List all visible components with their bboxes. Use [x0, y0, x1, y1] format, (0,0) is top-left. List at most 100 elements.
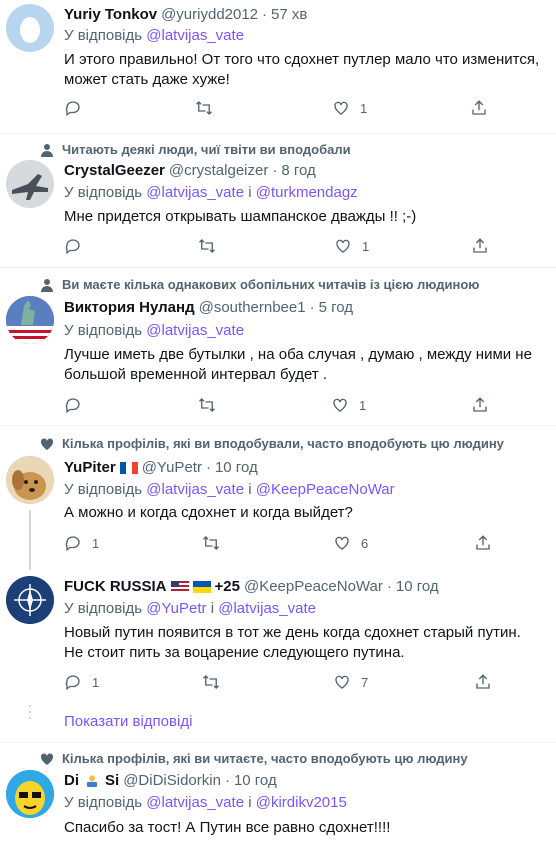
- tweet-text: А можно и когда сдохнет и когда выйдет?: [64, 504, 353, 521]
- display-name-part[interactable]: Di: [64, 772, 79, 789]
- mention-link[interactable]: @turkmendagz: [256, 184, 358, 201]
- separator-dot: ·: [224, 772, 230, 789]
- tweet[interactable]: Yuriy Tonkov @yuriydd2012 · 57 хв У відп…: [0, 0, 556, 134]
- timestamp[interactable]: 10 год: [396, 578, 439, 595]
- mention-link[interactable]: @latvijas_vate: [146, 27, 244, 44]
- retweet-icon: [196, 101, 212, 115]
- handle[interactable]: @DiDiSidorkin: [123, 772, 221, 789]
- separator-dot: ·: [205, 459, 211, 476]
- separator-dot: ·: [309, 299, 315, 316]
- avatar[interactable]: [6, 770, 54, 818]
- handle[interactable]: @southernbee1: [199, 299, 306, 316]
- retweet-icon: [203, 536, 219, 550]
- timestamp[interactable]: 57 хв: [271, 6, 307, 23]
- retweet-button[interactable]: [198, 396, 216, 414]
- avatar[interactable]: [6, 576, 54, 624]
- nato-avatar-icon: [6, 576, 54, 624]
- action-bar: 1: [64, 396, 504, 418]
- tweet[interactable]: Читають деякі люди, чиї твіти ви вподоба…: [0, 134, 556, 268]
- like-count: 1: [359, 397, 367, 413]
- separator-dot: ·: [272, 162, 278, 179]
- person-emoji-icon: [86, 774, 98, 787]
- reply-context: У відповідь @latvijas_vate і @KeepPeaceN…: [64, 481, 395, 498]
- share-button[interactable]: [474, 534, 492, 552]
- like-button[interactable]: 6: [333, 534, 368, 552]
- like-button[interactable]: 1: [331, 396, 366, 414]
- retweet-button[interactable]: [195, 99, 213, 117]
- reply-button[interactable]: [64, 99, 82, 117]
- handle[interactable]: @yuriydd2012: [161, 6, 258, 23]
- action-bar: 1 7: [64, 673, 504, 695]
- tweet[interactable]: FUCK RUSSIA +25 @KeepPeaceNoWar · 10 год…: [0, 570, 556, 700]
- timestamp[interactable]: 10 год: [234, 772, 277, 789]
- handle[interactable]: @KeepPeaceNoWar: [244, 578, 383, 595]
- us-flag-icon: [170, 580, 189, 593]
- avatar[interactable]: [6, 4, 54, 52]
- like-button[interactable]: 1: [334, 237, 369, 255]
- tweet[interactable]: Ви маєте кілька однакових обопільних чит…: [0, 268, 556, 426]
- mention-link[interactable]: @latvijas_vate: [146, 481, 244, 498]
- ukraine-flag-icon: [192, 580, 211, 593]
- mention-link[interactable]: @latvijas_vate: [146, 322, 244, 339]
- mention-link[interactable]: @latvijas_vate: [218, 600, 316, 617]
- avatar[interactable]: [6, 456, 54, 504]
- reply-context: У відповідь @latvijas_vate: [64, 322, 245, 339]
- tweet[interactable]: Кілька профілів, які ви вподобували, час…: [0, 426, 556, 570]
- timestamp[interactable]: 8 год: [281, 162, 315, 179]
- heart-icon: [40, 437, 54, 450]
- display-name[interactable]: FUCK RUSSIA: [64, 578, 167, 595]
- share-button[interactable]: [471, 396, 489, 414]
- tweet[interactable]: Кілька профілів, які ви читаєте, часто в…: [0, 743, 556, 844]
- like-count: 1: [362, 238, 370, 254]
- yellow-face-avatar-icon: [6, 770, 54, 818]
- reply-button[interactable]: 1: [64, 534, 99, 552]
- like-button[interactable]: 1: [332, 99, 367, 117]
- mention-link[interactable]: @YuPetr: [146, 600, 206, 617]
- reply-button[interactable]: 1: [64, 673, 99, 691]
- mention-link[interactable]: @kirdikv2015: [256, 794, 347, 811]
- display-name[interactable]: Yuriy Tonkov: [64, 6, 157, 23]
- reply-button[interactable]: [64, 237, 82, 255]
- social-context: Кілька профілів, які ви вподобували, час…: [40, 436, 504, 451]
- share-button[interactable]: [470, 99, 488, 117]
- mention-link[interactable]: @latvijas_vate: [146, 184, 244, 201]
- reply-icon: [65, 101, 80, 117]
- display-name-part[interactable]: Si: [105, 772, 119, 789]
- reply-count: 1: [92, 535, 100, 551]
- show-replies-link[interactable]: Показати відповіді: [64, 713, 192, 730]
- display-name[interactable]: CrystalGeezer: [64, 162, 165, 179]
- mention-link[interactable]: @latvijas_vate: [146, 794, 244, 811]
- handle[interactable]: @YuPetr: [142, 459, 202, 476]
- social-context: Ви маєте кілька однакових обопільних чит…: [40, 277, 479, 292]
- share-icon: [473, 238, 487, 253]
- display-name[interactable]: YuPiter: [64, 459, 116, 476]
- mention-link[interactable]: @KeepPeaceNoWar: [256, 481, 395, 498]
- like-count: 6: [361, 535, 369, 551]
- person-icon: [41, 278, 53, 292]
- like-button[interactable]: 7: [333, 673, 368, 691]
- display-name[interactable]: Виктория Нуланд: [64, 299, 195, 316]
- reply-count: 1: [92, 674, 100, 690]
- avatar[interactable]: [6, 296, 54, 344]
- handle[interactable]: @crystalgeizer: [169, 162, 268, 179]
- share-icon: [472, 100, 486, 115]
- timestamp[interactable]: 5 год: [319, 299, 353, 316]
- reply-context: У відповідь @latvijas_vate і @turkmendag…: [64, 184, 358, 201]
- tweet-text: И этого правильно! От того что сдохнет п…: [64, 51, 540, 88]
- share-button[interactable]: [471, 237, 489, 255]
- heart-icon: [335, 675, 349, 689]
- retweet-button[interactable]: [198, 237, 216, 255]
- timestamp[interactable]: 10 год: [215, 459, 258, 476]
- tweet-text: Мне придется открывать шампанское дважды…: [64, 208, 417, 225]
- share-button[interactable]: [474, 673, 492, 691]
- reply-button[interactable]: [64, 396, 82, 414]
- avatar[interactable]: [6, 160, 54, 208]
- heart-icon: [40, 752, 54, 765]
- retweet-button[interactable]: [202, 534, 220, 552]
- reply-context: У відповідь @YuPetr і @latvijas_vate: [64, 600, 316, 617]
- heart-icon: [333, 398, 347, 412]
- reply-icon: [65, 239, 80, 255]
- retweet-icon: [203, 675, 219, 689]
- retweet-button[interactable]: [202, 673, 220, 691]
- retweet-icon: [199, 239, 215, 253]
